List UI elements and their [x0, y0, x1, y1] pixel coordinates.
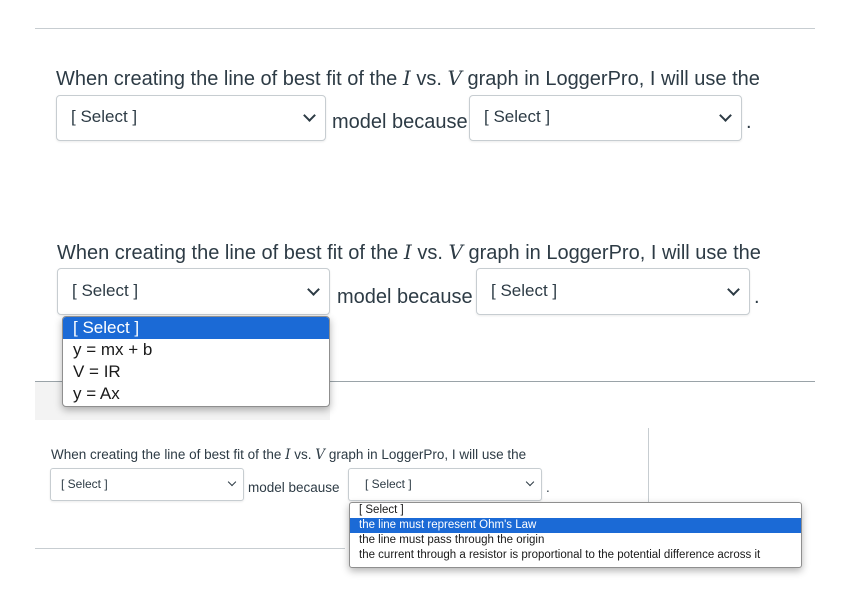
- reason-option[interactable]: the current through a resistor is propor…: [350, 548, 801, 563]
- reason-select-2[interactable]: [ Select ]: [476, 268, 750, 315]
- question-text-2: When creating the line of best fit of th…: [57, 240, 761, 264]
- model-select-1[interactable]: [ Select ]: [56, 95, 326, 141]
- question-text-1: When creating the line of best fit of th…: [56, 66, 760, 90]
- model-dropdown-list[interactable]: [ Select ] y = mx + b V = IR y = Ax: [62, 316, 330, 407]
- end-period-1: .: [746, 111, 752, 133]
- panel3-bottom-divider: [35, 548, 345, 549]
- top-divider: [35, 28, 815, 29]
- model-select-2[interactable]: [ Select ]: [57, 268, 330, 315]
- reason-option[interactable]: the line must represent Ohm's Law: [350, 518, 801, 533]
- question-text-3: When creating the line of best fit of th…: [51, 447, 527, 463]
- reason-dropdown-list[interactable]: [ Select ] the line must represent Ohm's…: [349, 502, 802, 568]
- middle-text-1: model because: [332, 111, 468, 133]
- reason-option[interactable]: the line must pass through the origin: [350, 533, 801, 548]
- chevron-down-icon: [719, 109, 732, 122]
- end-period-2: .: [754, 286, 760, 308]
- end-period-3: .: [546, 480, 550, 495]
- chevron-down-icon: [307, 283, 320, 296]
- reason-select-1[interactable]: [ Select ]: [469, 95, 742, 141]
- model-select-3[interactable]: [ Select ]: [50, 468, 244, 501]
- reason-select-3[interactable]: [ Select ]: [348, 468, 542, 501]
- model-option[interactable]: y = mx + b: [63, 339, 329, 361]
- model-option[interactable]: y = Ax: [63, 383, 329, 405]
- chevron-down-icon: [525, 477, 535, 487]
- panel3-vertical-divider: [648, 428, 649, 502]
- model-option[interactable]: V = IR: [63, 361, 329, 383]
- middle-text-3: model because: [248, 480, 340, 495]
- middle-text-2: model because: [337, 286, 473, 308]
- chevron-down-icon: [727, 283, 740, 296]
- model-option[interactable]: [ Select ]: [63, 317, 329, 339]
- chevron-down-icon: [303, 109, 316, 122]
- reason-option[interactable]: [ Select ]: [350, 503, 801, 518]
- chevron-down-icon: [227, 477, 237, 487]
